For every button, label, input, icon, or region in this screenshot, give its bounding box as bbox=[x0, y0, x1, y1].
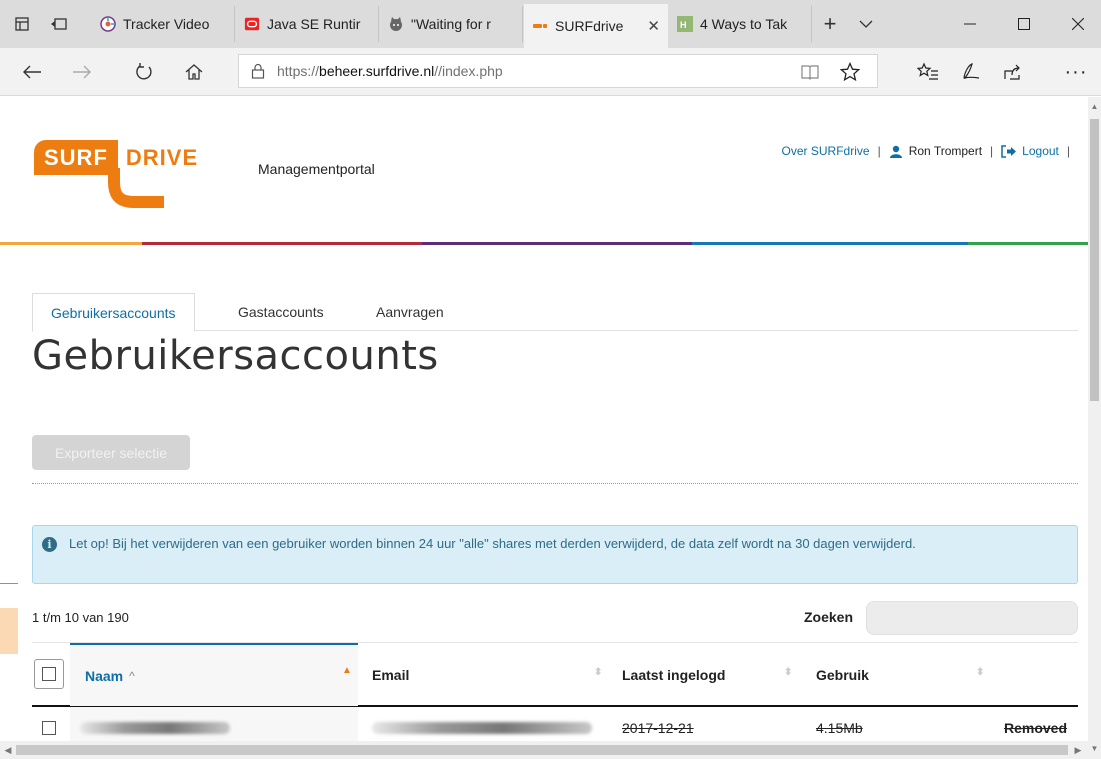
scroll-up-icon[interactable]: ▲ bbox=[1088, 99, 1101, 113]
sort-icon: ⬍ bbox=[784, 667, 793, 678]
column-naam[interactable]: Naam ^ ▲ bbox=[70, 643, 358, 706]
minimize-button[interactable] bbox=[947, 0, 993, 48]
sort-asc-icon: ▲ bbox=[342, 665, 352, 676]
surfdrive-logo[interactable]: SURF DRIVE bbox=[34, 140, 198, 212]
user-menu[interactable]: Ron Trompert bbox=[889, 144, 982, 158]
scroll-left-icon[interactable]: ◀ bbox=[2, 743, 14, 757]
refresh-button[interactable] bbox=[126, 56, 162, 88]
lock-icon bbox=[239, 63, 277, 79]
brand-color-bar bbox=[0, 242, 1088, 245]
tab-title: SURFdrive bbox=[555, 18, 624, 34]
home-button[interactable] bbox=[176, 56, 212, 88]
search-input[interactable] bbox=[866, 601, 1078, 635]
header-links: Over SURFdrive | Ron Trompert | Logout | bbox=[782, 144, 1072, 158]
url-prefix: https:// bbox=[277, 63, 320, 79]
tab-gastaccounts[interactable]: Gastaccounts bbox=[220, 293, 342, 331]
table-header: Naam ^ ▲ Email ⬍ Laatst ingelogd ⬍ Gebru… bbox=[32, 642, 1078, 707]
warning-alert: i Let op! Bij het verwijderen van een ge… bbox=[32, 525, 1078, 584]
favorite-star-icon[interactable] bbox=[832, 56, 868, 88]
tab-title: "Waiting for r bbox=[411, 16, 491, 32]
column-laatst-ingelogd[interactable]: Laatst ingelogd ⬍ bbox=[622, 643, 802, 706]
column-email[interactable]: Email ⬍ bbox=[372, 643, 612, 706]
tab-overview-icon[interactable] bbox=[12, 14, 32, 34]
tab-title: Java SE Runtir bbox=[267, 16, 361, 32]
address-bar: https:// beheer.surfdrive.nl //index.php… bbox=[0, 48, 1101, 96]
scroll-right-icon[interactable]: ▶ bbox=[1072, 743, 1084, 757]
tab-java-se-runtime[interactable]: Java SE Runtir bbox=[236, 6, 379, 42]
alert-text: Let op! Bij het verwijderen van een gebr… bbox=[69, 536, 916, 551]
share-icon[interactable] bbox=[994, 56, 1030, 88]
column-gebruik[interactable]: Gebruik ⬍ bbox=[816, 643, 996, 706]
select-all-checkbox[interactable] bbox=[34, 659, 64, 689]
page-tabs: Gebruikersaccounts Gastaccounts Aanvrage… bbox=[32, 293, 1078, 332]
search-label: Zoeken bbox=[804, 609, 854, 625]
logo-swoosh-icon bbox=[108, 168, 164, 208]
url-host: beheer.surfdrive.nl bbox=[319, 63, 435, 79]
close-tab-icon[interactable]: ✕ bbox=[647, 17, 660, 35]
url-path: //index.php bbox=[434, 63, 503, 79]
side-marker-box bbox=[0, 608, 18, 654]
chevron-down-icon[interactable] bbox=[854, 12, 878, 36]
github-cat-icon bbox=[388, 16, 404, 32]
page-title: Gebruikersaccounts bbox=[32, 333, 439, 379]
close-window-button[interactable] bbox=[1055, 0, 1101, 48]
logout-icon bbox=[1001, 144, 1017, 158]
oracle-icon bbox=[244, 16, 260, 32]
tab-surfdrive[interactable]: SURFdrive ✕ bbox=[524, 4, 668, 48]
url-field[interactable]: https:// beheer.surfdrive.nl //index.php bbox=[238, 54, 878, 88]
vertical-scrollbar[interactable]: ▲ ▼ bbox=[1088, 97, 1101, 759]
reading-view-icon[interactable] bbox=[792, 56, 828, 88]
divider bbox=[32, 483, 1078, 484]
scroll-thumb[interactable] bbox=[1090, 119, 1099, 401]
side-marker-line bbox=[0, 583, 18, 584]
forward-button[interactable] bbox=[64, 56, 100, 88]
web-notes-pen-icon[interactable] bbox=[952, 56, 988, 88]
logout-link[interactable]: Logout bbox=[1001, 144, 1059, 158]
about-link[interactable]: Over SURFdrive bbox=[782, 144, 870, 158]
tab-aanvragen[interactable]: Aanvragen bbox=[358, 293, 462, 331]
tracker-icon bbox=[100, 16, 116, 32]
tab-title: Tracker Video bbox=[123, 16, 210, 32]
separator: | bbox=[990, 144, 994, 158]
users-table: Naam ^ ▲ Email ⬍ Laatst ingelogd ⬍ Gebru… bbox=[32, 642, 1078, 749]
browser-window: Tracker Video Java SE Runtir "Waiting fo… bbox=[0, 0, 1101, 759]
sort-icon: ⬍ bbox=[976, 667, 985, 678]
scroll-down-icon[interactable]: ▼ bbox=[1088, 741, 1101, 755]
tab-bar: Tracker Video Java SE Runtir "Waiting fo… bbox=[0, 0, 1101, 48]
result-count: 1 t/m 10 van 190 bbox=[32, 610, 129, 625]
more-menu-icon[interactable]: ··· bbox=[1058, 56, 1094, 88]
set-aside-tabs-icon[interactable] bbox=[48, 14, 70, 34]
info-icon: i bbox=[42, 537, 57, 552]
tab-4-ways[interactable]: H 4 Ways to Tak bbox=[669, 6, 812, 42]
user-name: Ron Trompert bbox=[908, 144, 983, 158]
surfdrive-icon bbox=[532, 18, 548, 34]
wikihow-icon: H bbox=[677, 16, 693, 32]
back-button[interactable] bbox=[14, 56, 50, 88]
sort-caret-icon: ^ bbox=[129, 668, 135, 683]
portal-title: Managementportal bbox=[258, 161, 375, 177]
tab-gebruikersaccounts[interactable]: Gebruikersaccounts bbox=[32, 293, 195, 332]
maximize-button[interactable] bbox=[1001, 0, 1047, 48]
new-tab-icon[interactable]: + bbox=[818, 11, 842, 36]
favorites-hub-icon[interactable] bbox=[910, 56, 946, 88]
user-icon bbox=[889, 145, 902, 158]
tab-waiting-for[interactable]: "Waiting for r bbox=[380, 6, 523, 42]
export-selection-button[interactable]: Exporteer selectie bbox=[32, 435, 190, 470]
logo-drive-text: DRIVE bbox=[125, 144, 199, 170]
page-viewport: SURF DRIVE Managementportal Over SURFdri… bbox=[0, 97, 1088, 759]
sort-icon: ⬍ bbox=[594, 667, 603, 678]
scroll-thumb-horizontal[interactable] bbox=[16, 745, 1068, 755]
tab-tracker-video[interactable]: Tracker Video bbox=[92, 6, 235, 42]
separator: | bbox=[1066, 144, 1070, 158]
separator: | bbox=[877, 144, 881, 158]
horizontal-scrollbar[interactable]: ◀ ▶ bbox=[0, 741, 1088, 759]
tab-title: 4 Ways to Tak bbox=[700, 16, 788, 32]
svg-text:H: H bbox=[680, 20, 687, 30]
